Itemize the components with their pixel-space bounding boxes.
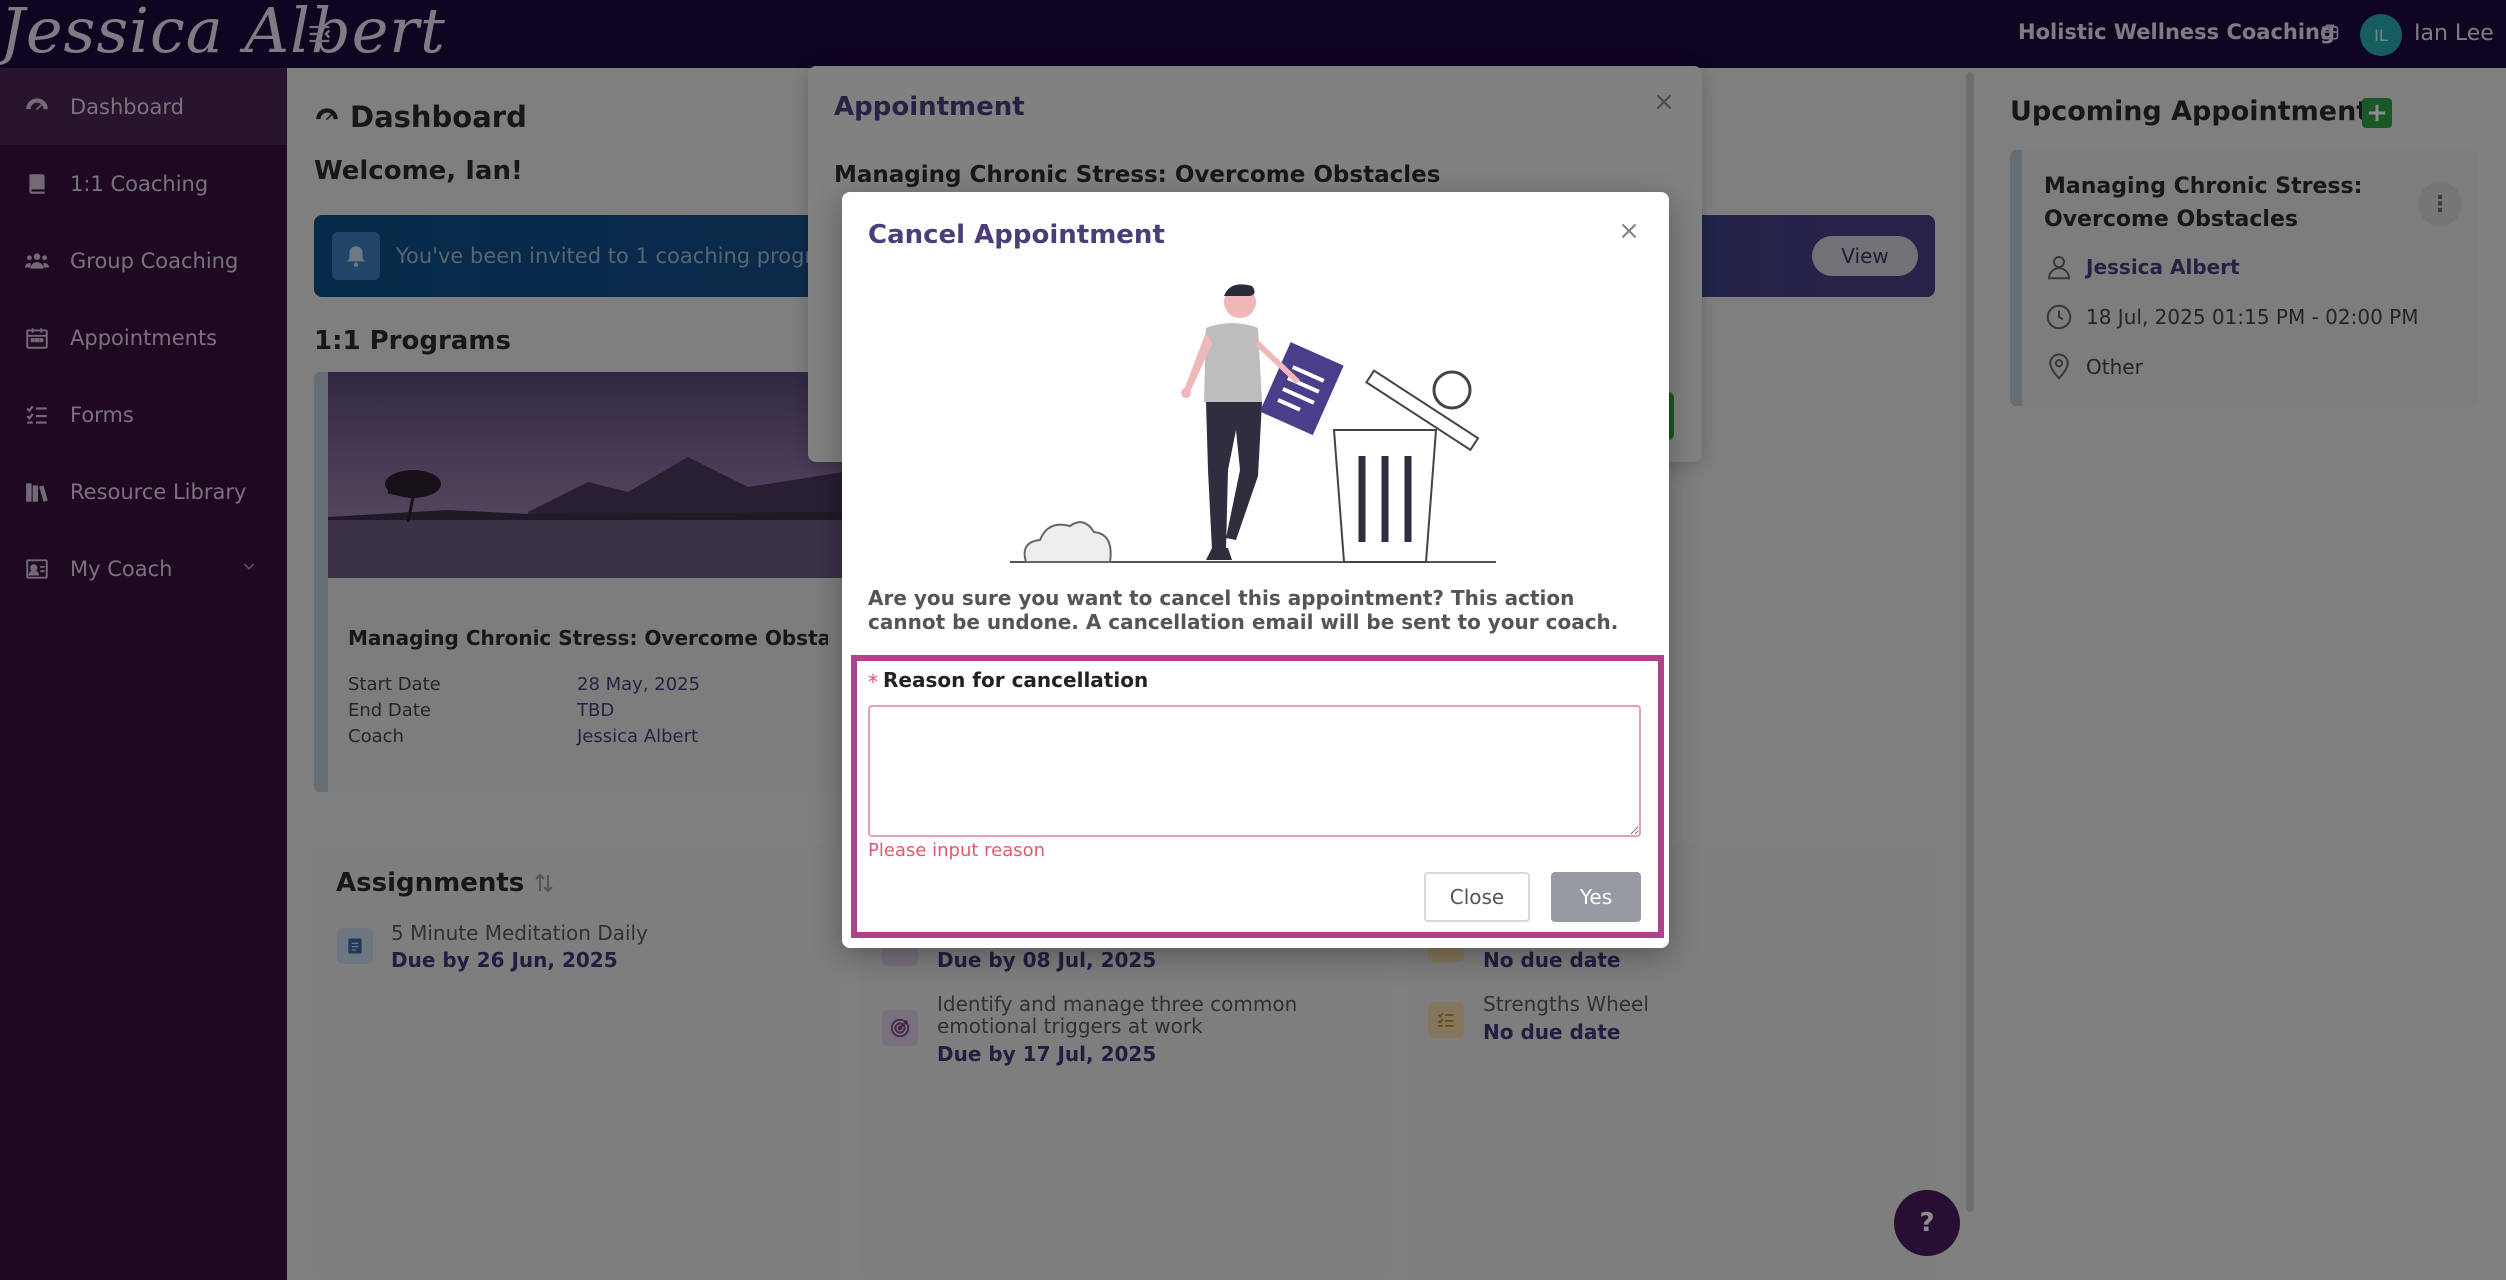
assignments-card	[314, 845, 842, 1280]
business-name[interactable]: Holistic Wellness Coaching	[2018, 20, 2335, 44]
gauge-icon	[316, 108, 338, 121]
appointment-coach[interactable]: Jessica Albert	[2086, 255, 2240, 279]
briefcase-icon[interactable]	[2320, 22, 2340, 42]
coach-logo[interactable]: Jessica Albert	[0, 0, 446, 67]
calendar-icon	[26, 327, 48, 349]
trash-illustration	[1010, 284, 1496, 563]
coach-label: Coach	[348, 726, 404, 747]
location-pin-icon	[2049, 353, 2069, 380]
clock-icon	[2046, 304, 2072, 330]
assignment-name[interactable]: 5 Minute Meditation Daily	[391, 922, 648, 944]
main-scrollbar[interactable]	[1966, 72, 1974, 1212]
add-appointment-button[interactable]: +	[2362, 98, 2392, 128]
sidebar-item-label: Group Coaching	[70, 248, 239, 273]
appointment-location-row: Other	[2044, 352, 2143, 382]
page-title: Dashboard	[314, 100, 527, 134]
sidebar-item-label: Forms	[70, 402, 134, 427]
end-date-label: End Date	[348, 700, 431, 721]
program-cover-image	[328, 372, 844, 578]
avatar[interactable]: IL	[2360, 14, 2402, 56]
sidebar-item-label: Dashboard	[70, 94, 184, 119]
help-button[interactable]: ?	[1894, 1190, 1960, 1256]
required-marker: *	[868, 670, 878, 694]
reason-error: Please input reason	[868, 840, 1046, 861]
sort-icon[interactable]	[532, 871, 556, 895]
menu-toggle-icon[interactable]	[306, 20, 334, 48]
goal-name[interactable]: Identify and manage three common emotion…	[937, 993, 1337, 1037]
sidebar-item-coaching[interactable]: 1:1 Coaching	[0, 145, 287, 222]
checklist-icon	[26, 405, 47, 424]
sidebar-item-appointments[interactable]: Appointments	[0, 299, 287, 376]
reason-label: Reason for cancellation	[883, 668, 1149, 692]
goal-due: Due by 08 Jul, 2025	[937, 948, 1157, 972]
contact-card-icon	[26, 558, 48, 579]
bell-icon	[332, 232, 380, 280]
close-icon[interactable]: ×	[1652, 87, 1676, 117]
sidebar-item-label: Resource Library	[70, 479, 247, 504]
sidebar-item-my-coach[interactable]: My Coach	[0, 530, 287, 607]
reason-textarea[interactable]	[868, 705, 1641, 837]
form-name[interactable]: Strengths Wheel	[1483, 993, 1649, 1015]
assignments-title: Assignments	[336, 868, 525, 898]
coach-value[interactable]: Jessica Albert	[577, 726, 698, 747]
appointment-coach-row: Jessica Albert	[2044, 252, 2240, 282]
appointment-time-row: 18 Jul, 2025 01:15 PM - 02:00 PM	[2044, 302, 2418, 332]
books-icon	[26, 482, 48, 502]
user-icon	[2047, 256, 2071, 280]
users-icon	[25, 252, 49, 269]
close-icon[interactable]: ×	[1616, 216, 1642, 246]
gauge-icon	[26, 97, 48, 110]
cancel-message: Are you sure you want to cancel this app…	[868, 586, 1619, 634]
appointment-location: Other	[2086, 355, 2143, 379]
book-icon	[29, 173, 45, 194]
invite-text: You've been invited to 1 coaching progr	[396, 244, 814, 268]
welcome-heading: Welcome, Ian!	[314, 156, 523, 186]
target-icon	[882, 1010, 918, 1046]
more-options-icon[interactable]: ⋮	[2418, 182, 2462, 226]
appointment-modal-subtitle: Managing Chronic Stress: Overcome Obstac…	[834, 162, 1441, 188]
checklist-icon	[1428, 1002, 1464, 1038]
appointment-modal-title: Appointment	[834, 92, 1025, 122]
goal-due: Due by 17 Jul, 2025	[937, 1042, 1157, 1066]
chevron-down-icon[interactable]	[241, 558, 257, 574]
sidebar-item-label: 1:1 Coaching	[70, 171, 209, 196]
end-date-value: TBD	[577, 700, 615, 721]
sidebar-item-label: Appointments	[70, 325, 218, 350]
user-name[interactable]: Ian Lee	[2414, 21, 2494, 46]
sidebar-item-group-coaching[interactable]: Group Coaching	[0, 222, 287, 299]
sidebar: Dashboard 1:1 Coaching Group Coaching Ap…	[0, 68, 287, 1280]
sidebar-item-forms[interactable]: Forms	[0, 376, 287, 453]
page-title-text: Dashboard	[350, 100, 527, 134]
appointment-time: 18 Jul, 2025 01:15 PM - 02:00 PM	[2086, 305, 2419, 329]
start-date-label: Start Date	[348, 674, 441, 695]
assignments-heading: Assignments	[336, 868, 556, 898]
sidebar-item-dashboard[interactable]: Dashboard	[0, 68, 287, 145]
form-due: No due date	[1483, 1020, 1621, 1044]
programs-heading: 1:1 Programs	[314, 326, 511, 356]
program-name[interactable]: Managing Chronic Stress: Overcome Obsta.…	[348, 626, 828, 650]
assignment-icon	[337, 928, 373, 964]
start-date-value: 28 May, 2025	[577, 674, 701, 695]
yes-button[interactable]: Yes	[1551, 872, 1641, 922]
cancel-modal-title: Cancel Appointment	[868, 220, 1165, 250]
top-bar: Jessica Albert Holistic Wellness Coachin…	[0, 0, 2506, 68]
view-invite-button[interactable]: View	[1812, 236, 1918, 276]
sidebar-item-label: My Coach	[70, 556, 173, 581]
close-button[interactable]: Close	[1424, 872, 1530, 922]
upcoming-heading: Upcoming Appointments	[2010, 96, 2386, 127]
form-due: No due date	[1483, 948, 1621, 972]
sidebar-item-resource-library[interactable]: Resource Library	[0, 453, 287, 530]
appointment-name[interactable]: Managing Chronic Stress: Overcome Obstac…	[2044, 170, 2384, 236]
assignment-due: Due by 26 Jun, 2025	[391, 948, 618, 972]
